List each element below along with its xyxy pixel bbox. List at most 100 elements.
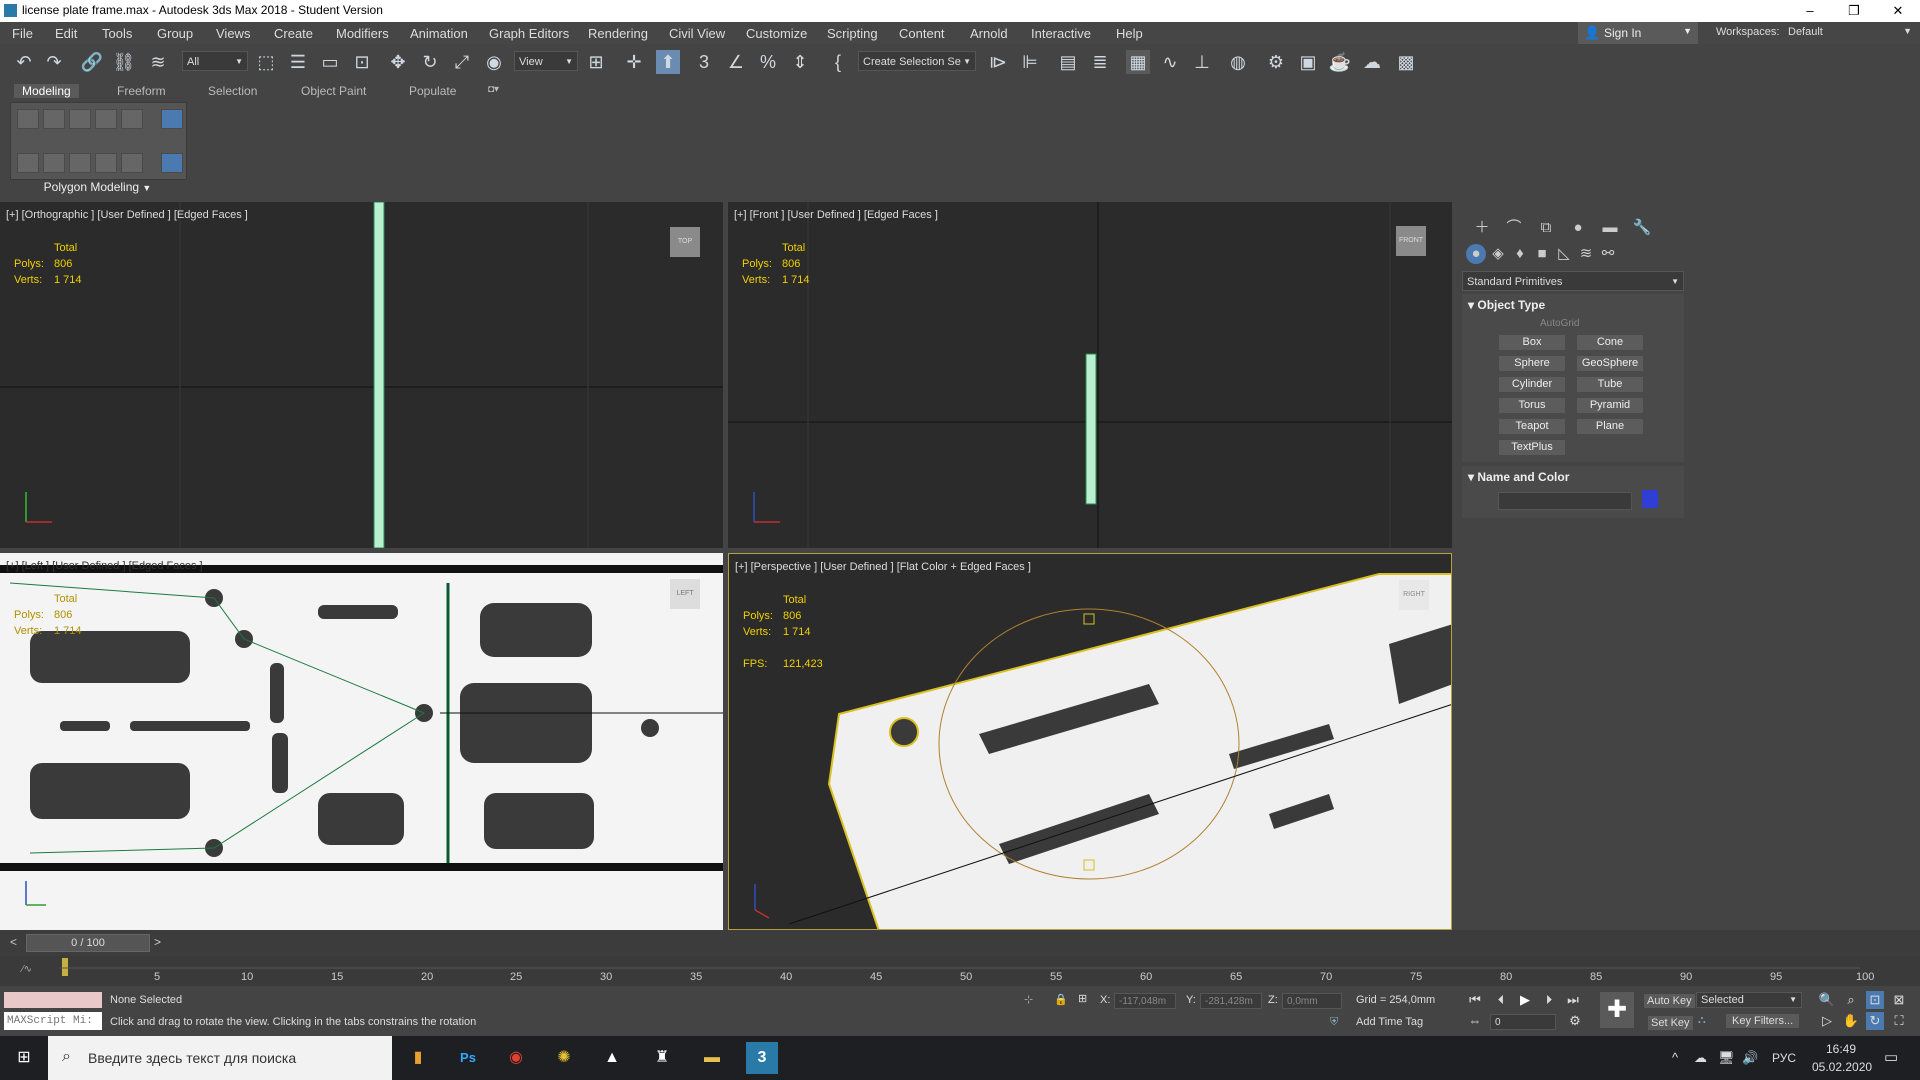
render-production-icon[interactable]: ☕ <box>1328 50 1352 74</box>
bind-spacewarp-icon[interactable]: ≋ <box>146 50 170 74</box>
photos-icon[interactable]: ▲ <box>596 1042 628 1074</box>
snaps-toggle-icon[interactable]: 3 <box>692 50 716 74</box>
close-button[interactable]: ✕ <box>1876 0 1920 22</box>
menu-help[interactable]: Help <box>1116 26 1143 41</box>
selection-lock-icon[interactable]: 🔒 <box>1054 993 1068 1006</box>
add-time-tag[interactable]: Add Time Tag <box>1356 1016 1423 1028</box>
windows-start-icon[interactable]: ⊞ <box>8 1042 40 1074</box>
viewcube[interactable]: RIGHT <box>1399 580 1429 610</box>
menu-arnold[interactable]: Arnold <box>970 26 1008 41</box>
viewport-perspective[interactable]: [+] [Perspective ] [User Defined ] [Flat… <box>728 553 1452 930</box>
geometry-icon[interactable]: ● <box>1466 244 1486 264</box>
current-frame-field[interactable]: 0 <box>1490 1014 1556 1030</box>
torus-button[interactable]: Torus <box>1498 397 1566 414</box>
geosphere-button[interactable]: GeoSphere <box>1576 355 1644 372</box>
menu-views[interactable]: Views <box>216 26 250 41</box>
tab-selection[interactable]: Selection <box>208 84 257 98</box>
time-tag-icon[interactable]: ⛨ <box>1330 1016 1338 1029</box>
placement-icon[interactable]: ◉ <box>482 50 506 74</box>
y-coordinate-field[interactable]: -281,428m <box>1200 993 1262 1009</box>
viewcube[interactable]: FRONT <box>1396 226 1426 256</box>
motion-tab-icon[interactable]: ● <box>1568 218 1588 238</box>
cone-button[interactable]: Cone <box>1576 334 1644 351</box>
menu-scripting[interactable]: Scripting <box>827 26 878 41</box>
play-icon[interactable]: ▶ <box>1516 991 1534 1009</box>
default-in-out-tangents-icon[interactable]: ⛬ <box>1698 1014 1706 1027</box>
menu-content[interactable]: Content <box>899 26 945 41</box>
menu-interactive[interactable]: Interactive <box>1031 26 1091 41</box>
viewport-front[interactable]: [+] [Front ] [User Defined ] [Edged Face… <box>728 202 1452 548</box>
edit-border-icon[interactable] <box>69 109 91 129</box>
maximize-viewport-icon[interactable]: ⛶ <box>1890 1012 1908 1030</box>
language-indicator[interactable]: РУС <box>1772 1051 1796 1065</box>
box-button[interactable]: Box <box>1498 334 1566 351</box>
mini-curve-editor-icon[interactable]: ⁄∿ <box>22 964 32 975</box>
curve-editor-icon[interactable]: ∿ <box>1158 50 1182 74</box>
object-type-title[interactable]: ▾ Object Type <box>1468 298 1545 312</box>
viewcube[interactable]: TOP <box>670 227 700 257</box>
absolute-mode-icon[interactable]: ⊞ <box>1078 992 1087 1005</box>
undo-icon[interactable]: ↶ <box>12 50 36 74</box>
time-configuration-icon[interactable]: ⚙ <box>1566 1012 1584 1030</box>
menu-file[interactable]: File <box>12 26 33 41</box>
spinner-snap-icon[interactable]: ⇕ <box>788 50 812 74</box>
named-selection-sets-dropdown[interactable]: Create Selection Se ▼ <box>858 51 976 71</box>
tab-populate[interactable]: Populate <box>409 84 456 98</box>
orbit-icon[interactable]: ↻ <box>1866 1012 1884 1030</box>
object-name-input[interactable] <box>1498 492 1632 510</box>
display-tab-icon[interactable]: ▬ <box>1600 218 1620 238</box>
modify-mode-icon[interactable] <box>17 153 39 173</box>
viewcube[interactable]: LEFT <box>670 579 700 609</box>
zoom-extents-icon[interactable]: ⊡ <box>1866 991 1884 1009</box>
auto-key-button[interactable]: Auto Key <box>1644 994 1695 1008</box>
redo-icon[interactable]: ↷ <box>42 50 66 74</box>
link-icon[interactable]: 🔗 <box>80 50 104 74</box>
plane-button[interactable]: Plane <box>1576 418 1644 435</box>
network-icon[interactable]: 🖥 <box>1718 1050 1735 1066</box>
angle-snap-icon[interactable]: ∠ <box>724 50 748 74</box>
next-frame-icon[interactable]: ⏵ <box>1540 991 1558 1009</box>
create-tab-icon[interactable]: ＋ <box>1472 218 1492 238</box>
rectangular-selection-icon[interactable]: ▭ <box>318 50 342 74</box>
utilities-tab-icon[interactable]: 🔧 <box>1632 218 1652 238</box>
render-iterative-icon[interactable]: ☁ <box>1360 50 1384 74</box>
viewport-label[interactable]: [+] [Left ] [User Defined ] [Edged Faces… <box>6 560 203 572</box>
ribbon-options-icon[interactable]: ◘▾ <box>488 84 499 95</box>
rotate-icon[interactable]: ↻ <box>418 50 442 74</box>
edit-named-selection-icon[interactable]: { <box>826 50 850 74</box>
scale-icon[interactable]: ⤢ <box>450 50 474 74</box>
menu-graph-editors[interactable]: Graph Editors <box>489 26 569 41</box>
menu-group[interactable]: Group <box>157 26 193 41</box>
hierarchy-tab-icon[interactable]: ⧉ <box>1536 218 1556 238</box>
key-mode-toggle-icon[interactable]: ⇔ <box>1466 1012 1484 1030</box>
viewport-label[interactable]: [+] [Front ] [User Defined ] [Edged Face… <box>734 209 938 221</box>
file-explorer-icon[interactable]: ▬ <box>696 1042 728 1074</box>
maxscript-mini-listener[interactable]: MAXScript Mi: <box>4 1012 102 1030</box>
maximize-button[interactable]: ❐ <box>1832 0 1876 22</box>
viewport-label[interactable]: [+] [Perspective ] [User Defined ] [Flat… <box>735 561 1031 573</box>
tab-freeform[interactable]: Freeform <box>117 84 166 98</box>
autogrid-checkbox[interactable]: AutoGrid <box>1540 318 1579 329</box>
polygon-modeling-dropdown[interactable]: Polygon Modeling ▼ <box>10 180 185 194</box>
zoom-icon[interactable]: 🔍 <box>1818 991 1836 1009</box>
sphere-button[interactable]: Sphere <box>1498 355 1566 372</box>
sign-in-dropdown[interactable]: 👤 Sign In ▼ <box>1578 22 1698 44</box>
onedrive-icon[interactable]: ☁ <box>1694 1050 1707 1066</box>
track-bar[interactable]: ⁄∿ 5 10 15 20 25 30 35 40 45 50 55 60 65… <box>0 956 1920 986</box>
key-filters-button[interactable]: Key Filters... <box>1726 1014 1800 1028</box>
isolate-selection-icon[interactable]: ⊹ <box>1024 993 1033 1006</box>
viewport-label[interactable]: [+] [Orthographic ] [User Defined ] [Edg… <box>6 209 248 221</box>
viewport-orthographic[interactable]: [+] [Orthographic ] [User Defined ] [Edg… <box>0 202 723 548</box>
go-to-start-icon[interactable]: ⏮ <box>1466 991 1484 1009</box>
space-warps-icon[interactable]: ≋ <box>1576 244 1596 264</box>
scene-explorer-icon[interactable]: ▤ <box>1056 50 1080 74</box>
time-slider-thumb[interactable]: 0 / 100 <box>26 934 150 952</box>
edit-polygon-icon[interactable] <box>95 109 117 129</box>
helpers-icon[interactable]: ◺ <box>1554 244 1574 264</box>
time-slider-prev[interactable]: < <box>10 935 17 949</box>
material-editor-icon[interactable]: ◍ <box>1226 50 1250 74</box>
sublime-text-icon[interactable]: ▮ <box>402 1042 434 1074</box>
use-soft-selection-icon[interactable] <box>121 153 143 173</box>
schematic-view-icon[interactable]: ⊥ <box>1190 50 1214 74</box>
z-coordinate-field[interactable]: 0,0mm <box>1282 993 1342 1009</box>
